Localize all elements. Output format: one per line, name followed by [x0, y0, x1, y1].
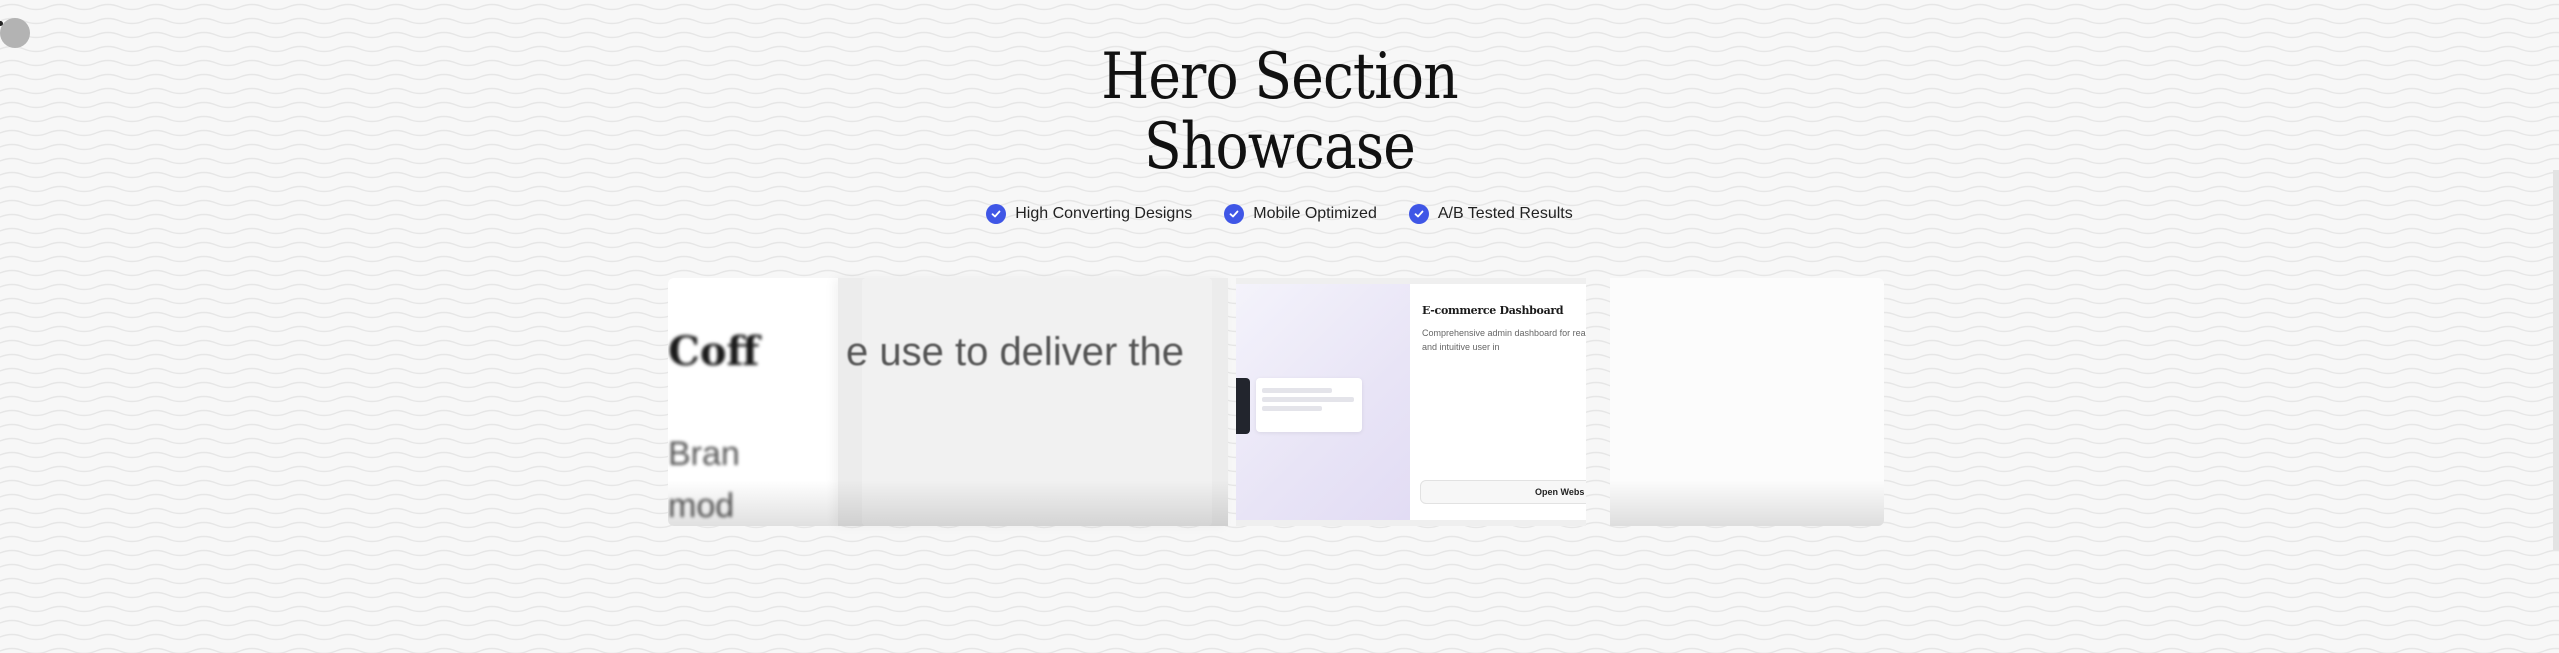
card-fade [1610, 480, 1884, 526]
preview-line [1262, 397, 1354, 402]
check-circle-icon [1408, 204, 1429, 224]
card-body-line: Bran [668, 435, 740, 473]
card-info: E-commerce Dashboard Comprehensive admin… [1410, 284, 1586, 520]
feature-label: High Converting Designs [1015, 205, 1193, 222]
page-title-line-2: Showcase [1144, 110, 1416, 184]
showcase-card-ecommerce[interactable]: E-commerce Dashboard Comprehensive admin… [1236, 278, 1586, 526]
page-title: Hero Section Showcase [179, 42, 2380, 182]
feature-item: Mobile Optimized [1224, 204, 1377, 224]
check-circle-icon [986, 204, 1007, 224]
showcase-card-zoom[interactable]: e use to deliver the [838, 278, 1228, 526]
preview-mini-card [1256, 378, 1362, 432]
feature-label: A/B Tested Results [1437, 205, 1573, 222]
check-circle-icon [1224, 204, 1245, 224]
card-body-line: mod [668, 487, 735, 525]
feature-list: High Converting Designs Mobile Optimized… [0, 204, 2559, 224]
card-body: Bran mod [668, 428, 740, 526]
preview-line [1262, 388, 1332, 393]
feature-item: High Converting Designs [986, 204, 1192, 224]
page-title-line-1: Hero Section [1101, 40, 1458, 114]
preview-line [1262, 406, 1322, 411]
showcase-card-blank[interactable] [1610, 278, 1884, 526]
feature-item: A/B Tested Results [1408, 204, 1573, 224]
card-title: E-commerce Dashboard [1422, 304, 1564, 317]
card-panel [862, 278, 1212, 526]
card-preview-image [1236, 284, 1410, 520]
showcase-gallery: Coff Bran mod e use to deliver the E-com… [668, 278, 1884, 526]
avatar[interactable] [0, 18, 30, 48]
card-zoom-text: e use to deliver the [846, 330, 1184, 374]
card-title: Coff [668, 328, 760, 375]
card-description: Comprehensive admin dashboard for real-t… [1422, 328, 1586, 352]
scrollbar[interactable] [2553, 170, 2559, 550]
showcase-card-coffee[interactable]: Coff Bran mod [668, 278, 843, 526]
preview-sidebar-tab [1236, 378, 1250, 434]
feature-label: Mobile Optimized [1253, 205, 1377, 222]
open-website-button[interactable]: Open Webs [1420, 480, 1586, 504]
